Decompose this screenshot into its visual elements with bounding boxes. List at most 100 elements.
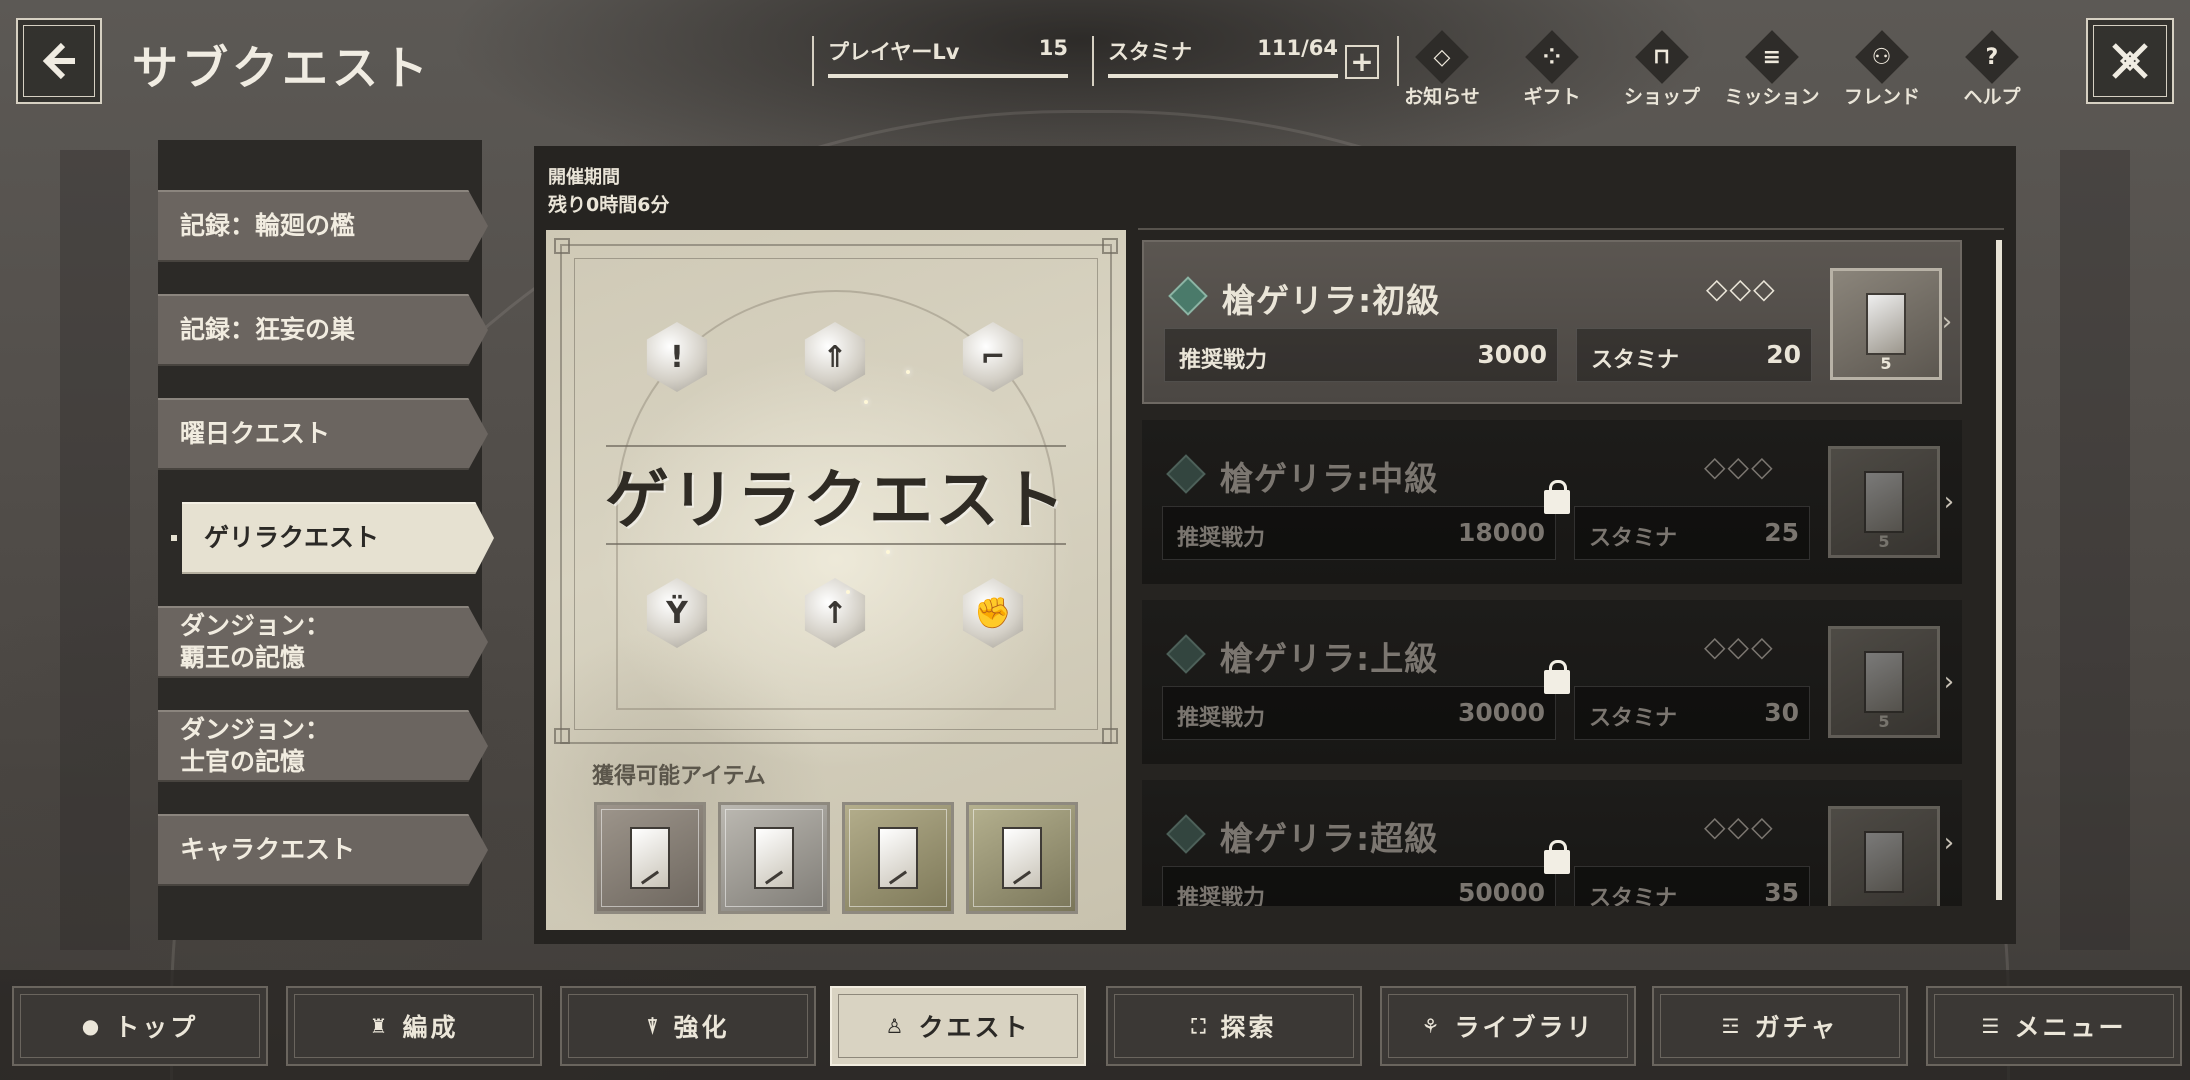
quest-title: 槍ゲリラ:超級 bbox=[1220, 819, 1439, 858]
tab-label: 編成 bbox=[402, 1013, 459, 1042]
quest-rank: ◇◇◇ bbox=[1704, 810, 1775, 843]
recommended-power: 推奨戦力 3000 bbox=[1164, 328, 1558, 382]
player-level: プレイヤーLv 15 bbox=[812, 36, 1068, 86]
period-label: 開催期間 bbox=[548, 167, 620, 188]
sparkle bbox=[906, 370, 910, 374]
quest-card[interactable]: 槍ゲリラ:中級 ◇◇◇ 推奨戦力 18000 スタミナ 25 5 › bbox=[1142, 420, 1962, 584]
tab-label: ライブラリ bbox=[1454, 1013, 1595, 1042]
recommended-power-label: 推奨戦力 bbox=[1179, 348, 1268, 373]
recommended-power: 推奨戦力 30000 bbox=[1162, 686, 1556, 740]
sidebar-item[interactable]: 記録：輪廻の檻 bbox=[158, 190, 488, 262]
sidebar-item[interactable]: 記録：狂妄の巣 bbox=[158, 294, 488, 366]
sparkle bbox=[886, 550, 890, 554]
stamina-cost-label: スタミナ bbox=[1591, 348, 1680, 373]
page-title: サブクエスト bbox=[132, 41, 432, 95]
sidebar-item[interactable]: ダンジョン： 士官の記憶 bbox=[158, 710, 488, 782]
material-card-icon bbox=[878, 827, 918, 889]
quest-type-icon bbox=[1166, 814, 1206, 854]
sidebar-item[interactable]: ダンジョン： 覇王の記憶 bbox=[158, 606, 488, 678]
quest-title: 槍ゲリラ:初級 bbox=[1222, 281, 1441, 320]
quest-card[interactable]: 槍ゲリラ:初級 ◇◇◇ 推奨戦力 3000 スタミナ 20 5 › bbox=[1142, 240, 1962, 404]
tab-gacha[interactable]: ☲ ガチャ bbox=[1652, 986, 1908, 1066]
banner-title-frame: ゲリラクエスト bbox=[605, 445, 1067, 545]
close-button[interactable] bbox=[2086, 18, 2174, 104]
friend-icon: ⚇ bbox=[1855, 30, 1909, 84]
chevron-right-icon: › bbox=[1943, 667, 1955, 697]
player-level-label: プレイヤーLv bbox=[828, 40, 960, 64]
stamina-cost-label: スタミナ bbox=[1589, 526, 1678, 551]
chevron-right-icon: › bbox=[1943, 487, 1955, 517]
header-nav-label: フレンド bbox=[1843, 86, 1920, 108]
quest-type-icon bbox=[1166, 454, 1206, 494]
reward-item[interactable] bbox=[594, 802, 706, 914]
quest-rank: ◇◇◇ bbox=[1704, 450, 1775, 483]
material-card-icon bbox=[1864, 831, 1904, 893]
material-card-icon bbox=[1866, 293, 1906, 355]
library-icon: ⚘ bbox=[1421, 1014, 1443, 1038]
sidebar: 記録：輪廻の檻 記録：狂妄の巣 曜日クエストゲリラクエストダンジョン： 覇王の記憶ダ… bbox=[158, 140, 494, 940]
lock-icon bbox=[1544, 480, 1570, 514]
formation-icon: ♜ bbox=[369, 1014, 391, 1038]
tab-top[interactable]: ● トップ bbox=[12, 986, 268, 1066]
help-icon: ? bbox=[1965, 30, 2019, 84]
enhance-icon: ⍒ bbox=[646, 1014, 662, 1038]
tab-label: 強化 bbox=[673, 1013, 730, 1042]
shop-icon: ⊓ bbox=[1635, 30, 1689, 84]
sidebar-item[interactable]: ゲリラクエスト bbox=[182, 502, 494, 574]
tab-explore[interactable]: ⛶ 探索 bbox=[1106, 986, 1362, 1066]
tab-quest[interactable]: ♙ クエスト bbox=[830, 986, 1086, 1066]
tab-formation[interactable]: ♜ 編成 bbox=[286, 986, 542, 1066]
gift-icon: ⁘ bbox=[1525, 30, 1579, 84]
header-nav-label: ショップ bbox=[1623, 86, 1700, 108]
stamina-plus-button[interactable]: + bbox=[1345, 45, 1379, 79]
obtainable-items-label: 獲得可能アイテム bbox=[592, 764, 766, 789]
tab-library[interactable]: ⚘ ライブラリ bbox=[1380, 986, 1636, 1066]
quest-card[interactable]: 槍ゲリラ:上級 ◇◇◇ 推奨戦力 30000 スタミナ 30 5 › bbox=[1142, 600, 1962, 764]
stamina-cost: スタミナ 20 bbox=[1576, 328, 1812, 382]
quest-title: 槍ゲリラ:上級 bbox=[1220, 639, 1439, 678]
reward-item[interactable] bbox=[718, 802, 830, 914]
tab-menu[interactable]: ☰ メニュー bbox=[1926, 986, 2182, 1066]
stamina-value: 111/64 bbox=[1257, 36, 1338, 60]
scrollbar-thumb[interactable] bbox=[1996, 240, 2002, 900]
event-banner: ! ⇑ ⌐ Ϋ ↑ ✊ ゲリラクエスト 獲得可能アイテム bbox=[546, 230, 1126, 930]
reward-item[interactable] bbox=[966, 802, 1078, 914]
sidebar-item[interactable]: キャラクエスト bbox=[158, 814, 488, 886]
tab-label: メニュー bbox=[2014, 1013, 2127, 1042]
tab-enhance[interactable]: ⍒ 強化 bbox=[560, 986, 816, 1066]
header-nav-shop[interactable]: ⊓ ショップ bbox=[1612, 30, 1712, 114]
header-nav-label: ギフト bbox=[1523, 86, 1581, 108]
sidebar-item[interactable]: 曜日クエスト bbox=[158, 398, 488, 470]
header-nav-notice[interactable]: ◇ お知らせ bbox=[1392, 30, 1492, 114]
mission-icon: ≡ bbox=[1745, 30, 1799, 84]
quest-title: 槍ゲリラ:中級 bbox=[1220, 459, 1439, 498]
tab-label: クエスト bbox=[918, 1013, 1031, 1042]
reward-item[interactable] bbox=[842, 802, 954, 914]
gacha-icon: ☲ bbox=[1721, 1014, 1743, 1038]
close-icon bbox=[2112, 43, 2148, 79]
recommended-power-label: 推奨戦力 bbox=[1177, 706, 1266, 731]
active-indicator bbox=[170, 534, 178, 542]
quest-type-icon bbox=[1166, 634, 1206, 674]
header-nav-mission[interactable]: ≡ ミッション bbox=[1722, 30, 1822, 114]
recommended-power-value: 18000 bbox=[1458, 518, 1545, 547]
stamina-cost: スタミナ 25 bbox=[1574, 506, 1810, 560]
quest-card[interactable]: 槍ゲリラ:超級 ◇◇◇ 推奨戦力 50000 スタミナ 35 › bbox=[1142, 780, 1962, 906]
material-card-icon bbox=[630, 827, 670, 889]
banner-title: ゲリラクエスト bbox=[605, 463, 1067, 538]
player-level-value: 15 bbox=[1038, 36, 1068, 60]
header-nav-gift[interactable]: ⁘ ギフト bbox=[1502, 30, 1602, 114]
stamina: スタミナ 111/64 bbox=[1092, 36, 1338, 86]
sparkle bbox=[864, 400, 868, 404]
back-button[interactable] bbox=[16, 18, 102, 104]
chevron-right-icon: › bbox=[1943, 828, 1955, 858]
stamina-bar bbox=[1108, 74, 1338, 78]
header-nav-help[interactable]: ? ヘルプ bbox=[1942, 30, 2042, 114]
quest-reward bbox=[1828, 806, 1940, 906]
reward-count: 5 bbox=[1878, 532, 1890, 551]
tab-label: 探索 bbox=[1220, 1013, 1277, 1042]
quest-icon: ♙ bbox=[885, 1014, 907, 1038]
lock-icon bbox=[1544, 660, 1570, 694]
header-nav-friend[interactable]: ⚇ フレンド bbox=[1832, 30, 1932, 114]
chevron-right-icon: › bbox=[1941, 307, 1953, 337]
